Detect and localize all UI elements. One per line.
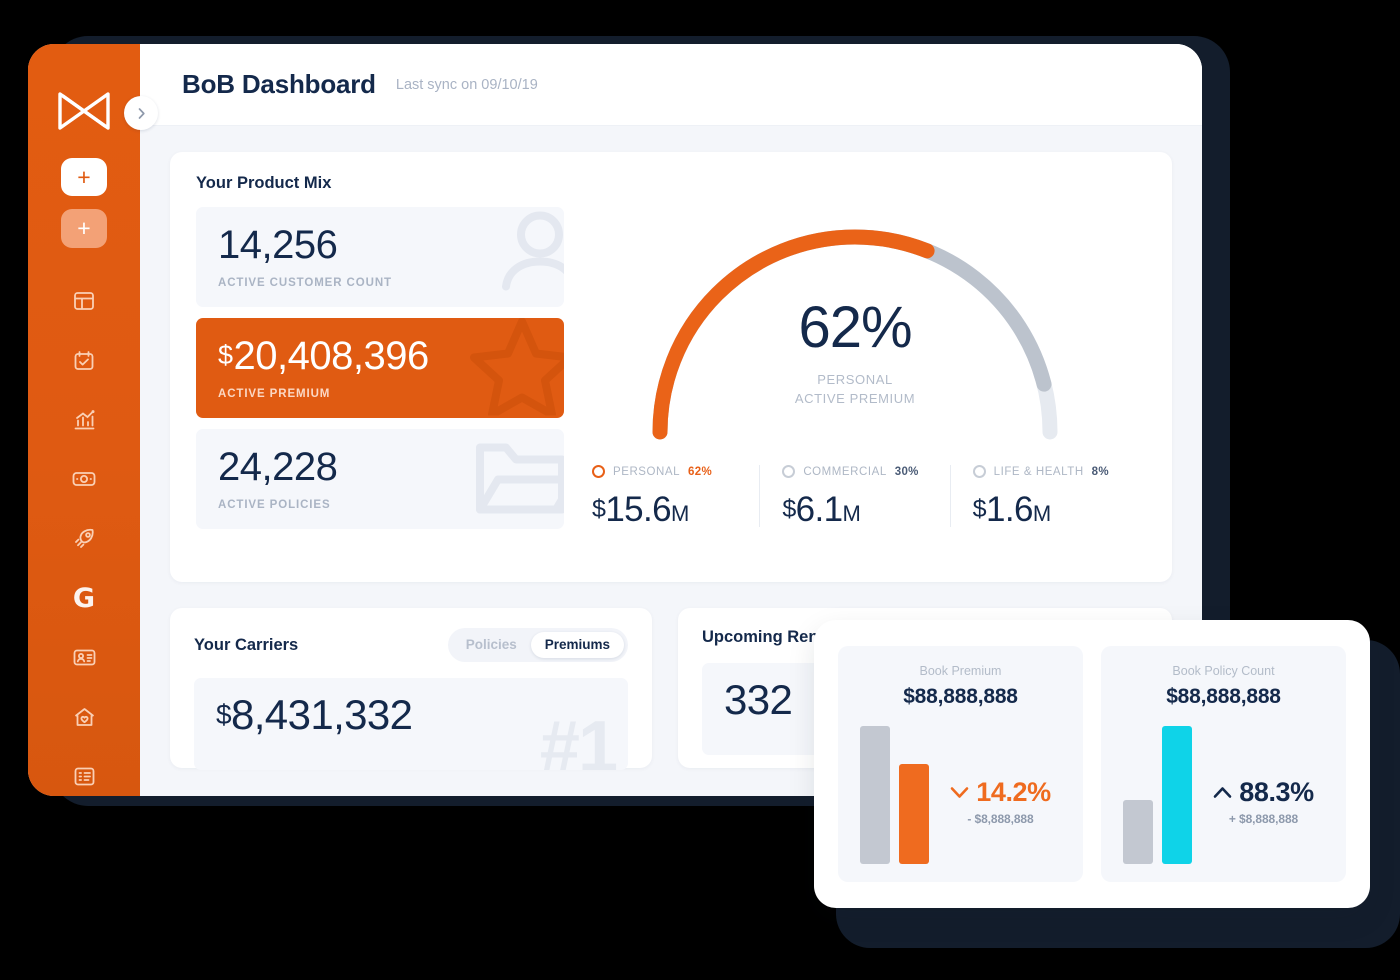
stat-label: ACTIVE CUSTOMER COUNT: [218, 277, 392, 289]
screenshot-stage: + + G BoB Dashboard Last sync on 09/10/1…: [0, 0, 1400, 980]
delta-percent: 88.3%: [1239, 777, 1314, 807]
legend-ring-icon: [592, 465, 605, 478]
legend-percent: 62%: [688, 465, 712, 478]
legend-value: $6.1M: [782, 490, 861, 529]
delta-main: 88.3%: [1213, 777, 1314, 808]
dashboard-grid-icon[interactable]: [61, 282, 107, 320]
google-g-icon[interactable]: G: [61, 579, 107, 617]
delta-main: 14.2%: [950, 777, 1051, 808]
legend-head: COMMERCIAL 30%: [782, 465, 949, 478]
stat-value: $20,408,396: [218, 334, 429, 378]
delta-amount: + $8,888,888: [1228, 812, 1299, 826]
gauge-subtitle: PERSONAL ACTIVE PREMIUM: [564, 371, 1146, 409]
list-document-icon[interactable]: [61, 758, 107, 796]
carriers-head: Your Carriers Policies Premiums: [194, 628, 628, 662]
legend-ring-icon: [782, 465, 796, 478]
bar-current: [1162, 726, 1192, 864]
stat-value: 14,256: [218, 223, 338, 267]
last-sync-label: Last sync on 09/10/19: [395, 76, 538, 93]
legend-head: PERSONAL 62%: [592, 465, 759, 478]
gauge-legend: PERSONAL 62% $15.6M COMMERCIAL 30% $6.1M…: [564, 465, 1146, 527]
money-bill-icon[interactable]: [61, 460, 107, 498]
book-policy-count-delta: 88.3% + $8,888,888: [1201, 777, 1326, 864]
legend-value: $1.6M: [972, 490, 1051, 529]
sidebar: + + G: [28, 44, 140, 796]
stat-active-premium[interactable]: $20,408,396 ACTIVE PREMIUM: [196, 318, 564, 418]
book-premium-chart: 14.2% - $8,888,888: [852, 719, 1069, 868]
bar-current: [899, 764, 929, 864]
book-metrics-overlay-panel: Book Premium $88,888,888 14.2% - $8,888,…: [814, 620, 1370, 908]
stat-label: ACTIVE PREMIUM: [218, 388, 331, 400]
legend-name: COMMERCIAL: [803, 465, 887, 478]
legend-value: $15.6M: [592, 490, 689, 529]
rocket-icon[interactable]: [61, 520, 107, 558]
your-carriers-card: Your Carriers Policies Premiums #1 $8,43…: [170, 608, 652, 770]
product-mix-title: Your Product Mix: [196, 174, 332, 192]
sidebar-collapse-button[interactable]: [124, 96, 158, 130]
chevron-up-icon: [1213, 787, 1232, 798]
currency-symbol: $: [218, 340, 233, 370]
bar-previous: [860, 726, 890, 864]
gauge-subtitle-line1: PERSONAL: [817, 372, 893, 387]
gauge-center-label: 62% PERSONAL ACTIVE PREMIUM: [564, 299, 1146, 409]
stat-value: 24,228: [218, 445, 338, 489]
bar-previous: [1123, 800, 1153, 864]
policies-premiums-toggle[interactable]: Policies Premiums: [447, 628, 628, 662]
book-policy-count-card[interactable]: Book Policy Count $88,888,888 88.3% + $8…: [1101, 646, 1346, 882]
bowtie-logo[interactable]: [56, 90, 112, 132]
legend-head: LIFE & HEALTH 8%: [972, 465, 1140, 478]
legend-name: PERSONAL: [613, 465, 681, 478]
toggle-option-premiums[interactable]: Premiums: [530, 632, 624, 658]
chevron-right-icon: [138, 107, 145, 119]
topbar: BoB Dashboard Last sync on 09/10/19: [140, 44, 1202, 126]
carriers-value: $8,431,332: [216, 691, 413, 738]
gauge-percent: 62%: [798, 295, 912, 360]
legend-percent: 30%: [894, 465, 919, 478]
stat-label: ACTIVE POLICIES: [218, 499, 331, 511]
delta-percent: 14.2%: [976, 777, 1051, 807]
book-policy-count-title: Book Policy Count: [1172, 664, 1275, 678]
product-mix-gauge-region: 62% PERSONAL ACTIVE PREMIUM PERSONAL 62%…: [564, 207, 1146, 558]
legend-ring-icon: [972, 465, 986, 478]
book-premium-title: Book Premium: [919, 664, 1002, 678]
book-premium-value: $88,888,888: [903, 685, 1018, 708]
gauge-subtitle-line2: ACTIVE PREMIUM: [794, 390, 916, 406]
chevron-down-icon: [950, 787, 969, 798]
stat-active-customer-count[interactable]: 14,256 ACTIVE CUSTOMER COUNT: [196, 207, 564, 307]
stat-active-policies[interactable]: 24,228 ACTIVE POLICIES: [196, 429, 564, 529]
add-secondary-button[interactable]: +: [61, 209, 107, 248]
carriers-title: Your Carriers: [194, 635, 299, 654]
carriers-top-value[interactable]: #1 $8,431,332: [194, 678, 628, 770]
calendar-check-icon[interactable]: [61, 341, 107, 379]
premium-mix-gauge: 62% PERSONAL ACTIVE PREMIUM: [564, 207, 1146, 455]
toggle-option-policies[interactable]: Policies: [452, 632, 531, 658]
book-policy-count-chart: 88.3% + $8,888,888: [1115, 719, 1332, 868]
delta-amount: - $8,888,888: [967, 812, 1034, 826]
legend-item-life-health[interactable]: LIFE & HEALTH 8% $1.6M: [949, 465, 1140, 529]
analytics-chart-icon[interactable]: [61, 401, 107, 439]
home-heart-icon[interactable]: [61, 698, 107, 736]
legend-item-personal[interactable]: PERSONAL 62% $15.6M: [570, 465, 759, 527]
page-title: BoB Dashboard: [182, 69, 376, 99]
contact-card-icon[interactable]: [61, 639, 107, 677]
product-mix-body: 14,256 ACTIVE CUSTOMER COUNT $20,408,396: [196, 207, 1146, 558]
product-mix-stats: 14,256 ACTIVE CUSTOMER COUNT $20,408,396: [196, 207, 564, 558]
book-policy-count-value: $88,888,888: [1166, 685, 1281, 708]
add-button[interactable]: +: [61, 158, 107, 197]
book-premium-delta: 14.2% - $8,888,888: [938, 777, 1063, 864]
product-mix-card: Your Product Mix 14,256 ACTIVE CUSTOMER …: [170, 152, 1172, 582]
book-premium-card[interactable]: Book Premium $88,888,888 14.2% - $8,888,…: [838, 646, 1083, 882]
legend-name: LIFE & HEALTH: [993, 465, 1084, 478]
legend-percent: 8%: [1091, 465, 1109, 478]
legend-item-commercial[interactable]: COMMERCIAL 30% $6.1M: [759, 465, 949, 527]
renewals-title: Upcoming Ren: [702, 628, 819, 646]
